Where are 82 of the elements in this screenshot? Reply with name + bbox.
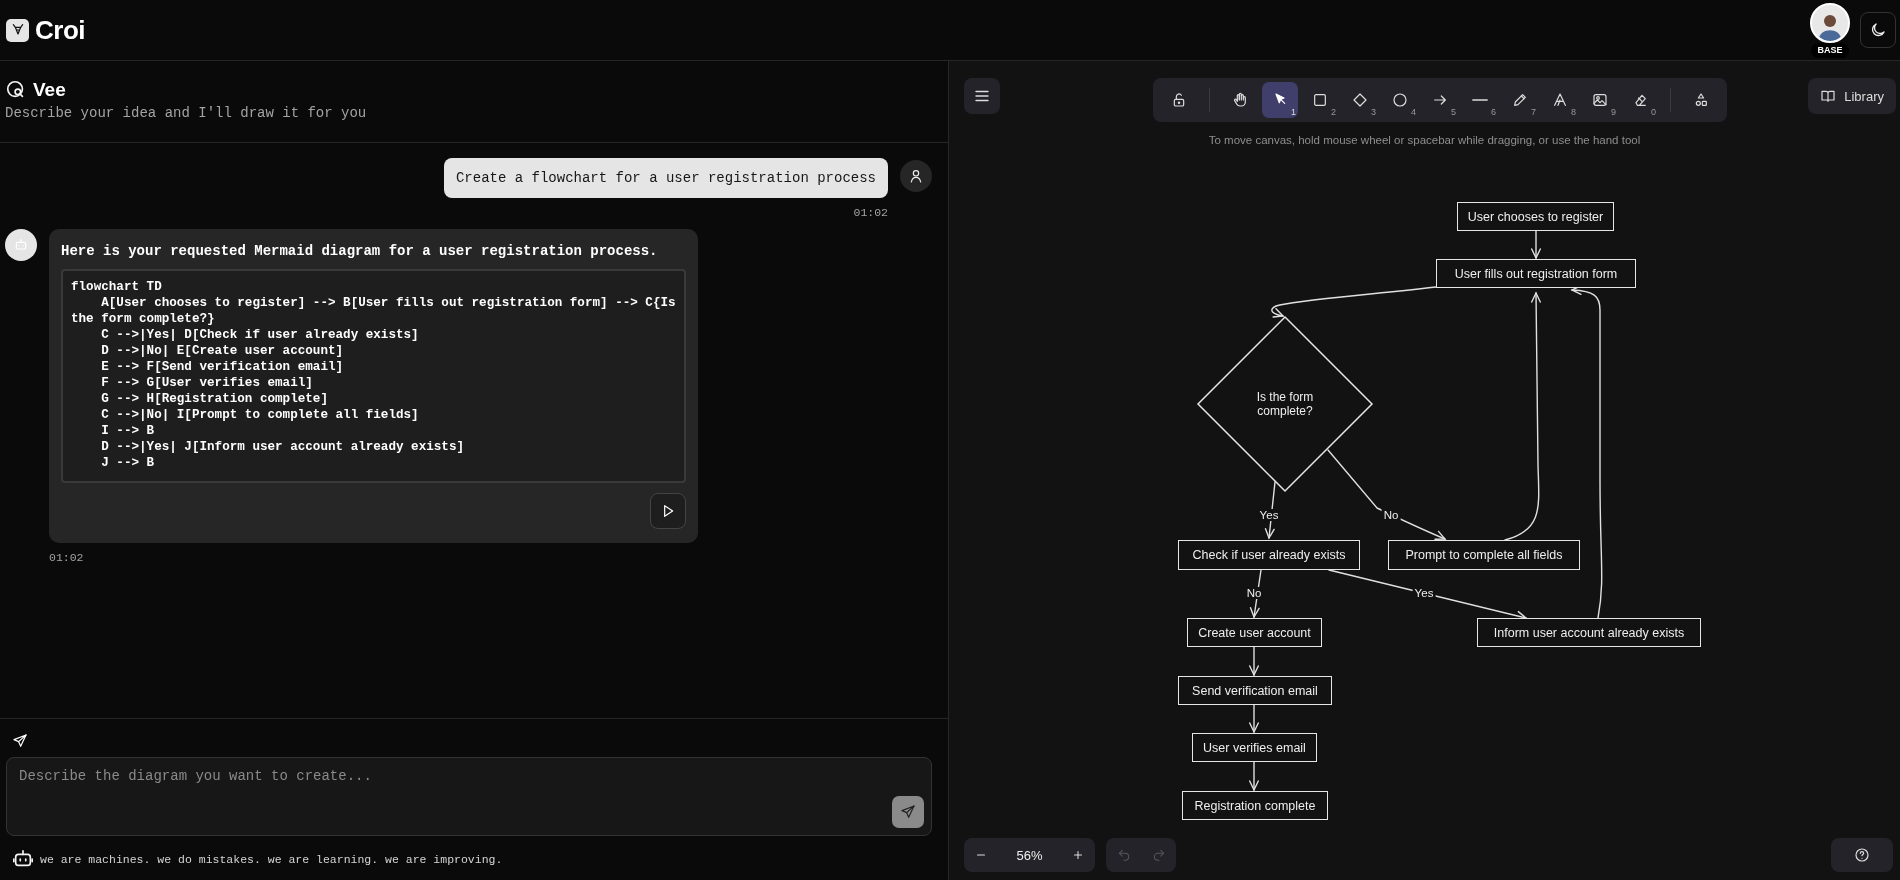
tool-button[interactable]: 3 [1342,82,1378,118]
assistant-message: Here is your requested Mermaid diagram for a user registration process. [61,243,659,259]
shortcut-key: 7 [1531,107,1536,117]
canvas-hint: To move canvas, hold mouse wheel or spacebar while dragging, or use the hand tool [1207,134,1642,146]
shortcut-key: 6 [1491,107,1496,117]
tool-button[interactable]: 2 [1302,82,1338,118]
lock-icon [1171,92,1187,108]
process-step: User chooses to register [1457,202,1614,231]
edge-label: No [1381,509,1401,521]
undo-icon [1116,848,1131,862]
message-time: 01:02 [49,551,85,564]
connector-arrow [1249,646,1259,677]
line-icon [1472,98,1488,102]
shortcut-key: 8 [1571,107,1576,117]
zoom-level[interactable]: 56% [1016,847,1043,863]
tool-button[interactable]: 6 [1462,82,1498,118]
process-step: User verifies email [1192,733,1317,762]
process-step: Registration complete [1182,791,1328,820]
shapes-icon [1693,92,1709,108]
library-button[interactable]: Library [1808,78,1896,114]
brand-name: Croi [35,14,85,46]
shortcut-key: 2 [1331,107,1336,117]
robot-icon [13,237,29,253]
menu-button[interactable] [964,78,1000,114]
disclaimer-text: we are machines. we do mistakes. we are learning. we are improving. [40,852,503,866]
tool-button[interactable]: 7 [1502,82,1538,118]
hand-icon [1232,92,1248,108]
connector-arrow [1249,704,1259,734]
edge-label: Yes [1412,587,1436,599]
person-icon [908,168,924,184]
tool-button[interactable]: 0 [1622,82,1658,118]
connector-arrow [1249,569,1262,619]
shortcut-key: 1 [1291,107,1296,117]
tool-button[interactable]: 8 [1542,82,1578,118]
help-button[interactable] [1831,838,1893,872]
shortcut-key: 5 [1451,107,1456,117]
process-step: Check if user already exists [1178,540,1360,570]
edge-label: No [1244,587,1264,599]
user-avatar[interactable] [1810,3,1850,43]
user-message: Create a flowchart for a user registration process [443,158,888,198]
tool-button[interactable]: 9 [1582,82,1618,118]
process-step: Create user account [1187,618,1322,647]
diamond-icon [1352,92,1368,108]
help-icon [1854,847,1870,863]
circle-icon [1392,92,1408,108]
shortcut-key: 4 [1411,107,1416,117]
edge-label: Yes [1257,509,1281,521]
assistant-tagline: Describe your idea and I'll draw it for you [5,105,368,121]
shortcut-key: 0 [1651,107,1656,117]
eraser-icon [1632,92,1648,108]
plan-badge: BASE [1811,43,1849,58]
process-step: User fills out registration form [1436,259,1636,288]
process-step: Inform user account already exists [1477,618,1701,647]
shortcut-key: 9 [1611,107,1616,117]
process-step: Prompt to complete all fields [1388,540,1580,570]
send-icon [900,804,916,820]
connector-arrow [1531,230,1541,260]
shortcut-key: 3 [1371,107,1376,117]
redo-icon [1151,848,1166,862]
arrow-icon [1432,92,1448,108]
pencil-icon [1512,92,1528,108]
assistant-name: Vee [33,79,66,101]
moon-icon [1869,21,1887,39]
connector-arrow [1249,761,1259,792]
plus-icon [1071,848,1085,862]
send-button[interactable] [892,796,924,828]
image-icon [1592,92,1608,108]
tool-button[interactable]: 1 [1262,82,1298,118]
decision-label: Is the form complete? [1255,390,1315,418]
code-block: flowchart TD A[User chooses to register] --> B[User fills out registration form] --> C{Is the form complete?} C -->|Yes| D[Check if user already exists] D -->|No| E[Create user account] E --> F[Send verification email] F --> G[User verifies email] G --> H[Registration complete] C -->|No| I[Prompt to complete all fields] I --> B D -->|Yes| J[Inform user account already exists] J --> B [61,269,686,483]
book-icon [1820,88,1837,104]
render-diagram-button[interactable] [650,493,686,529]
prompt-input-field[interactable]: Describe the diagram you want to create... [6,757,932,836]
rectangle-icon [1312,92,1328,108]
logo-icon [6,18,29,42]
tool-button[interactable]: 4 [1382,82,1418,118]
theme-toggle-button[interactable] [1860,12,1896,48]
message-time: 01:02 [853,206,888,219]
tool-button[interactable]: 5 [1422,82,1458,118]
send-icon [12,733,28,749]
text-icon [1552,92,1568,108]
process-step: Send verification email [1178,676,1332,705]
